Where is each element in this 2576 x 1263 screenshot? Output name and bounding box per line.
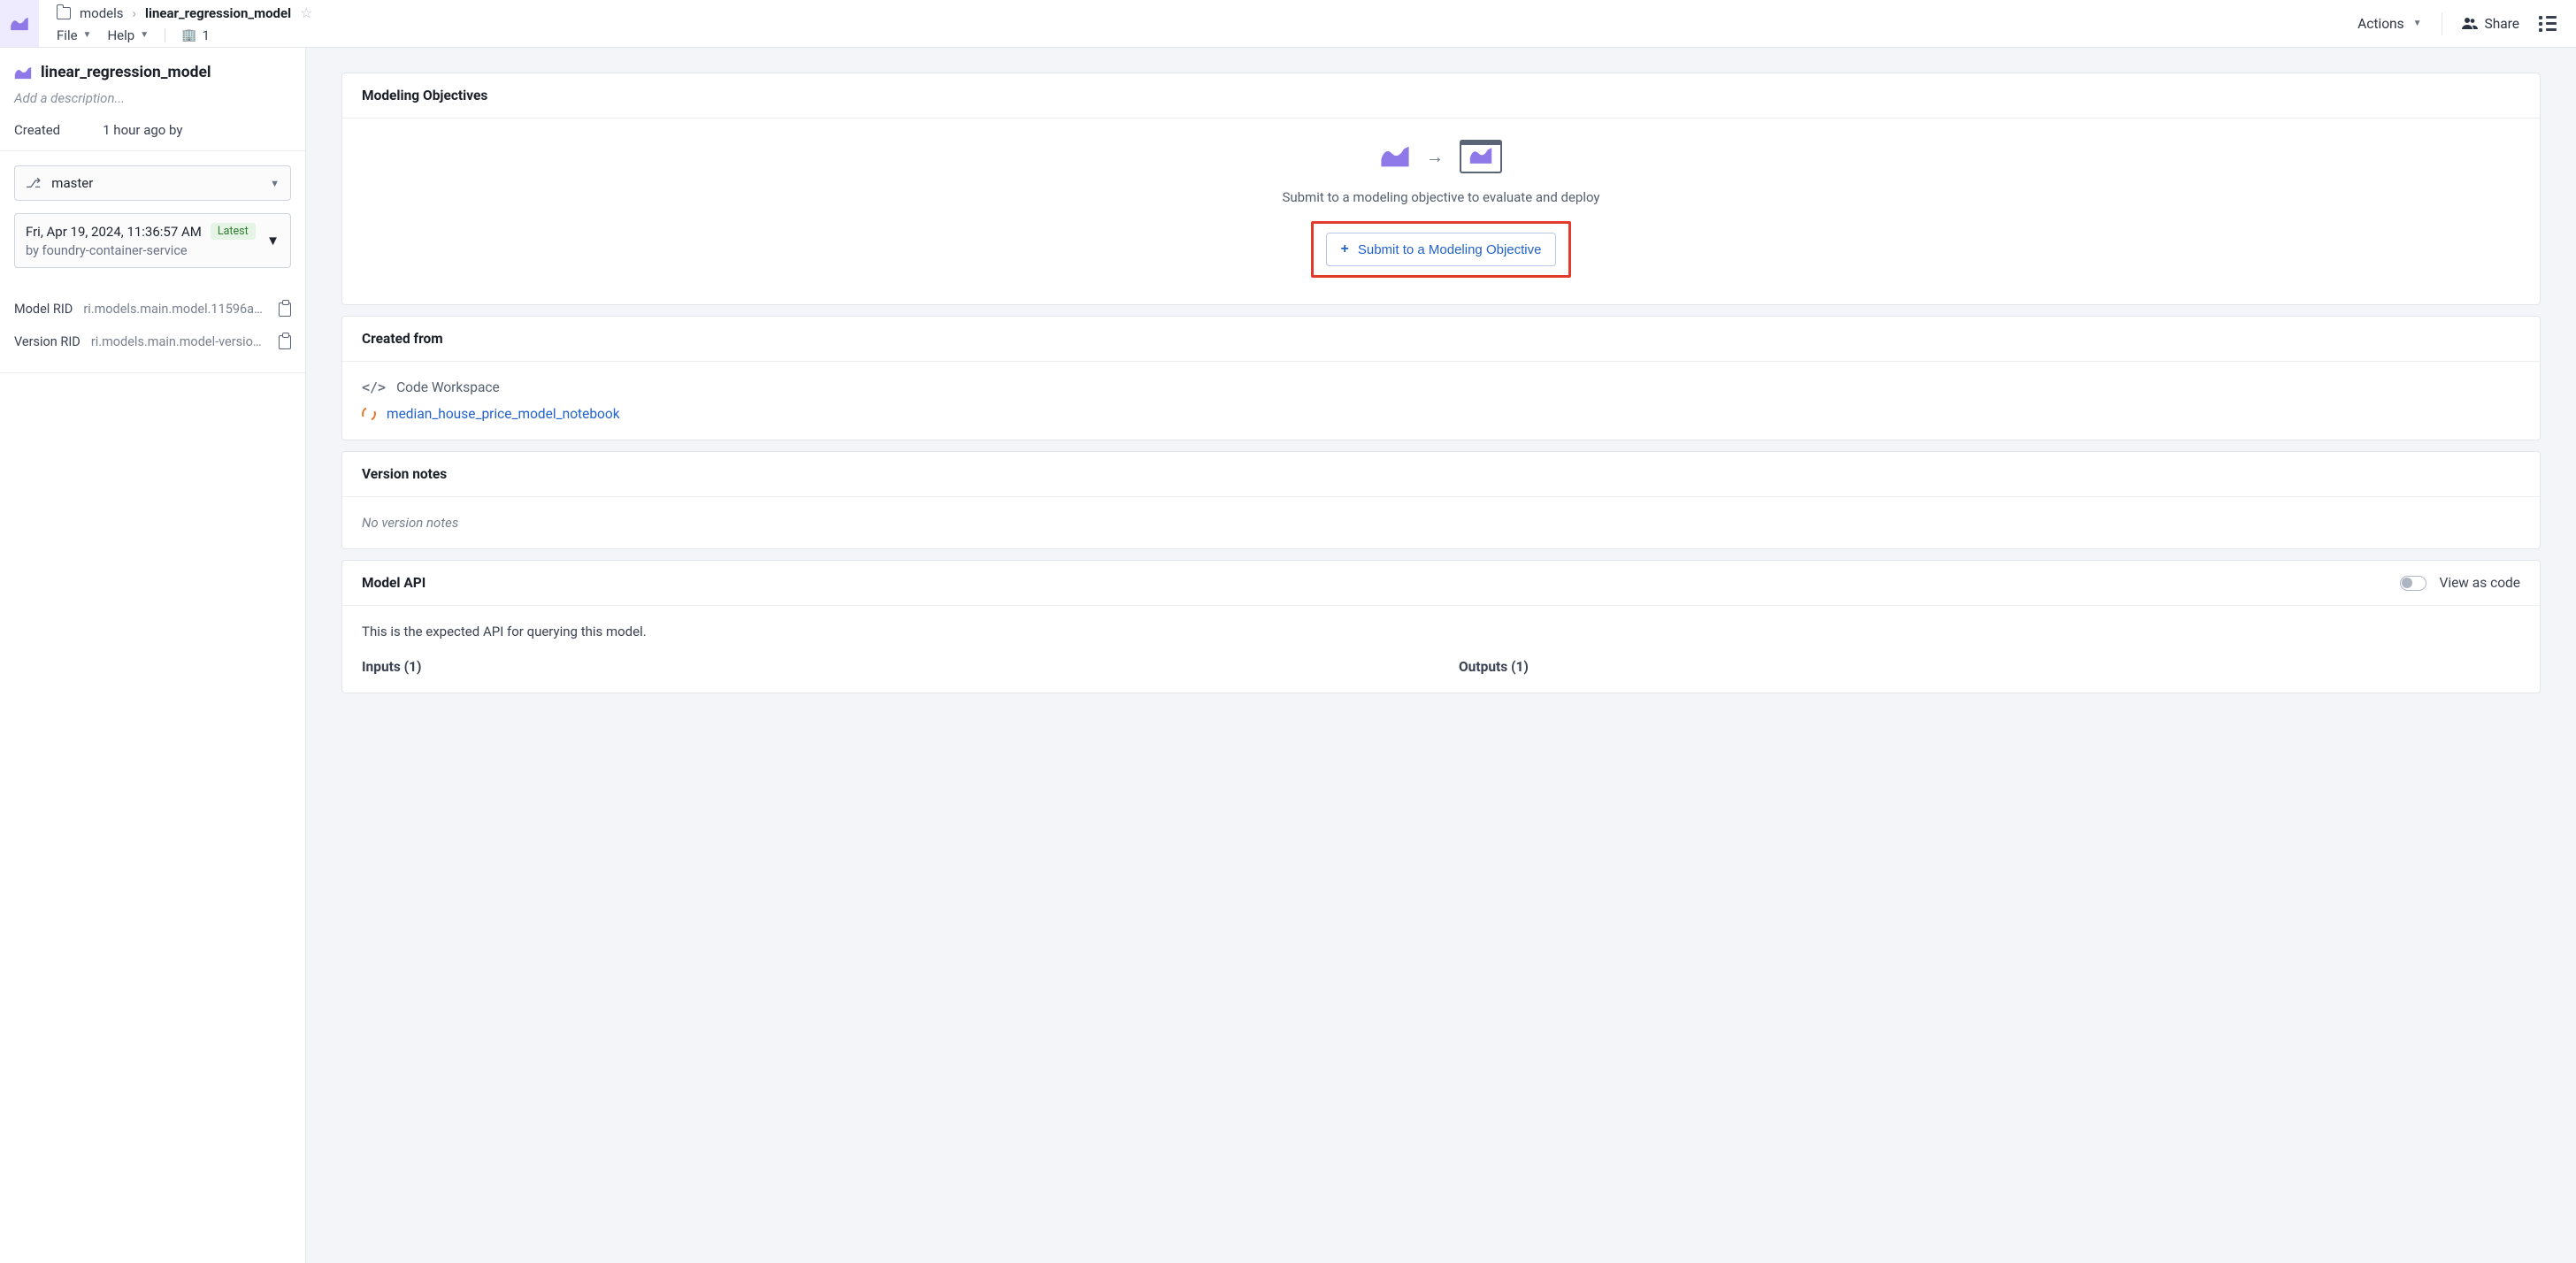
model-api-desc: This is the expected API for querying th… [362,624,2520,639]
top-bar: models › linear_regression_model ☆ File … [0,0,2576,48]
breadcrumb: models › linear_regression_model ☆ [57,3,2338,24]
description-placeholder[interactable]: Add a description... [14,90,291,106]
view-as-code-toggle[interactable] [2400,576,2426,591]
outputs-column-header: Outputs (1) [1459,659,2520,675]
help-menu[interactable]: Help ▼ [107,27,149,43]
view-as-code-label: View as code [2439,575,2520,591]
app-icon[interactable] [0,0,39,47]
branch-name: master [51,175,93,191]
notebook-row: median_house_price_model_notebook [362,406,2520,422]
chevron-down-icon: ▼ [2413,19,2422,28]
inputs-column-header: Inputs (1) [362,659,1423,675]
chevron-down-icon: ▼ [140,30,149,40]
latest-badge: Latest [211,223,256,240]
panel-body: </> Code Workspace median_house_price_mo… [342,362,2540,440]
panel-body: → Submit to a modeling objective to eval… [342,119,2540,304]
code-workspace-label: Code Workspace [396,379,500,395]
chevron-down-icon: ▼ [270,178,280,189]
branch-selector[interactable]: ⎇ master ▼ [14,165,291,201]
model-icon [1468,147,1493,165]
objective-frame-icon [1460,140,1502,173]
version-notes-empty: No version notes [362,515,458,531]
created-row: Created 1 hour ago by [14,122,291,138]
model-rid-value: ri.models.main.model.11596a95-… [83,302,268,317]
code-workspace-row: </> Code Workspace [362,379,2520,395]
submit-objective-label: Submit to a Modeling Objective [1358,242,1542,257]
share-button[interactable]: Share [2462,16,2520,32]
model-icon [10,17,29,31]
org-indicator[interactable]: 🏢 1 [181,27,210,43]
plus-icon: + [1341,241,1349,257]
version-author: by foundry-container-service [26,243,256,258]
code-icon: </> [362,379,386,395]
jupyter-icon [360,405,379,424]
api-columns: Inputs (1) Outputs (1) [362,659,2520,675]
building-icon: 🏢 [181,28,196,42]
panel-title: Model API [362,575,426,591]
panel-body: This is the expected API for querying th… [342,606,2540,693]
actions-label: Actions [2358,16,2404,32]
panel-title: Created from [362,331,443,347]
file-menu-label: File [57,27,78,43]
panel-body: No version notes [342,497,2540,548]
objective-helper-text: Submit to a modeling objective to evalua… [1282,189,1599,205]
page-title: linear_regression_model [41,64,211,81]
model-rid-row: Model RID ri.models.main.model.11596a95-… [0,302,305,317]
share-label: Share [2485,16,2520,32]
panel-title: Version notes [362,466,447,482]
model-icon [1380,145,1410,168]
content: Modeling Objectives → Submit to a modeli… [306,48,2576,1263]
main: linear_regression_model Add a descriptio… [0,48,2576,1263]
panel-title: Modeling Objectives [362,88,487,103]
org-count: 1 [203,27,210,43]
version-selector[interactable]: Fri, Apr 19, 2024, 11:36:57 AM Latest by… [14,213,291,268]
version-notes-panel: Version notes No version notes [341,451,2541,549]
sidebar-header: linear_regression_model Add a descriptio… [0,48,305,151]
created-label: Created [14,122,60,138]
panel-header: Version notes [342,452,2540,497]
created-value: 1 hour ago by [103,122,182,138]
modeling-objectives-panel: Modeling Objectives → Submit to a modeli… [341,73,2541,305]
created-from-panel: Created from </> Code Workspace median_h… [341,316,2541,440]
sidebar: linear_regression_model Add a descriptio… [0,48,306,1263]
breadcrumb-parent[interactable]: models [80,5,124,21]
model-rid-label: Model RID [14,302,73,317]
star-icon[interactable]: ☆ [300,4,312,21]
version-rid-row: Version RID ri.models.main.model-version… [0,334,305,349]
model-api-panel: Model API View as code This is the expec… [341,560,2541,693]
actions-button[interactable]: Actions ▼ [2358,16,2421,32]
panel-header: Model API View as code [342,561,2540,606]
panel-header: Modeling Objectives [342,73,2540,119]
chevron-down-icon: ▼ [266,233,280,249]
help-menu-label: Help [107,27,134,43]
highlight-box: + Submit to a Modeling Objective [1311,221,1572,278]
chevron-down-icon: ▼ [83,30,92,40]
topbar-main: models › linear_regression_model ☆ File … [39,0,2338,47]
model-icon [14,66,32,80]
objective-graphic: → [1380,140,1502,173]
panel-header: Created from [342,317,2540,362]
copy-icon[interactable] [279,335,291,349]
breadcrumb-separator: › [133,5,137,21]
folder-icon [57,7,71,19]
sidebar-body: ⎇ master ▼ Fri, Apr 19, 2024, 11:36:57 A… [0,151,305,282]
arrow-right-icon: → [1426,146,1444,168]
menu-bar: File ▼ Help ▼ 🏢 1 [57,26,2338,45]
version-rid-label: Version RID [14,334,80,349]
version-date: Fri, Apr 19, 2024, 11:36:57 AM [26,224,202,240]
file-menu[interactable]: File ▼ [57,27,91,43]
panel-toggle-icon[interactable] [2539,16,2557,32]
submit-objective-button[interactable]: + Submit to a Modeling Objective [1326,233,1557,266]
copy-icon[interactable] [279,302,291,317]
breadcrumb-current[interactable]: linear_regression_model [145,5,291,21]
branch-icon: ⎇ [26,175,41,191]
notebook-link[interactable]: median_house_price_model_notebook [387,406,620,422]
people-icon [2462,18,2478,30]
version-rid-value: ri.models.main.model-version.69… [91,334,268,349]
topbar-right: Actions ▼ Share [2338,0,2576,47]
